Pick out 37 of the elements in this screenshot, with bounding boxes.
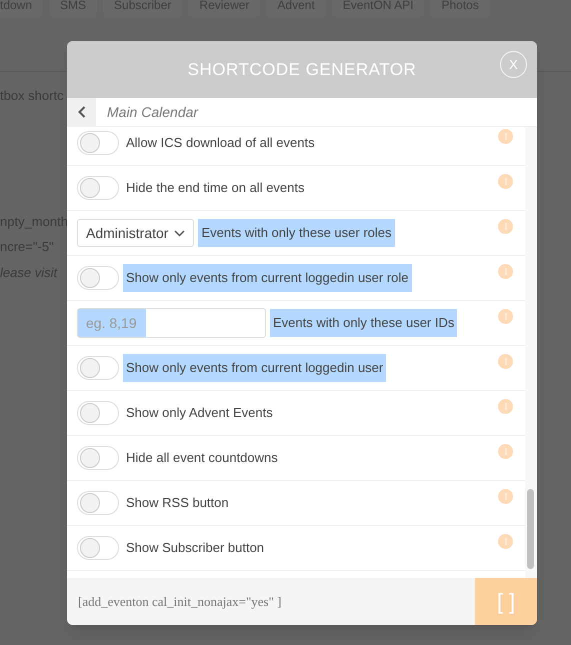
option-label: Show Subscriber button	[125, 539, 266, 558]
option-label: Show only events from current loggedin user	[123, 354, 386, 382]
toggle-switch[interactable]	[77, 131, 119, 155]
info-icon[interactable]	[498, 444, 513, 459]
info-icon[interactable]	[498, 399, 513, 414]
info-icon[interactable]	[498, 174, 513, 189]
option-label: Allow ICS download of all events	[125, 134, 316, 152]
info-icon[interactable]	[498, 489, 513, 504]
info-icon[interactable]	[498, 264, 513, 279]
toggle-switch[interactable]	[77, 491, 119, 515]
shortcode-text: [add_eventon cal_init_nonajax="yes" ]	[77, 592, 282, 611]
option-label: Hide all event countdowns	[125, 449, 279, 468]
info-icon[interactable]	[498, 219, 513, 234]
option-label: Hide the end time on all events	[125, 179, 306, 198]
info-icon[interactable]	[498, 534, 513, 549]
chevron-down-icon	[174, 230, 186, 236]
toggle-switch[interactable]	[77, 356, 119, 380]
toggle-switch[interactable]	[77, 446, 119, 470]
option-label: Events with only these user IDs	[270, 309, 458, 337]
toggle-switch[interactable]	[77, 401, 119, 425]
copy-button[interactable]: [ ]	[475, 578, 537, 625]
option-label: Show only events from current loggedin user role	[123, 264, 412, 292]
toggle-switch[interactable]	[77, 266, 119, 290]
toggle-switch[interactable]	[77, 536, 119, 560]
user-ids-field[interactable]: eg. 8,19	[77, 308, 266, 338]
role-select[interactable]: Administrator	[77, 219, 194, 247]
scrollbar-thumb[interactable]	[527, 489, 534, 569]
chevron-left-icon	[78, 106, 86, 118]
option-label: Show RSS button	[125, 494, 230, 512]
back-button[interactable]	[67, 98, 96, 126]
info-icon[interactable]	[498, 309, 513, 324]
option-label: Events with only these user roles	[198, 219, 395, 247]
breadcrumb: Main Calendar	[107, 102, 198, 122]
info-icon[interactable]	[498, 354, 513, 369]
toggle-switch[interactable]	[77, 176, 119, 200]
option-label: Show only Advent Events	[125, 404, 274, 422]
info-icon[interactable]	[498, 129, 513, 144]
